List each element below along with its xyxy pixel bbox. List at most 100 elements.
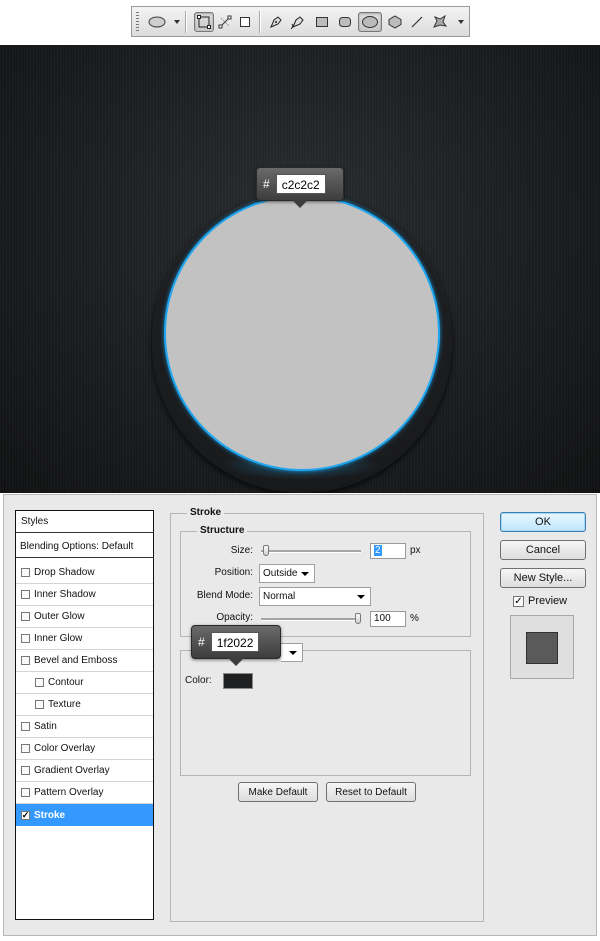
- color-overlay-label: Color Overlay: [34, 743, 96, 754]
- cancel-button[interactable]: Cancel: [500, 540, 586, 560]
- pen-tool-button[interactable]: [266, 12, 286, 32]
- make-default-label: Make Default: [248, 786, 308, 798]
- size-slider-thumb[interactable]: [262, 545, 269, 556]
- position-select[interactable]: Outside: [259, 564, 315, 583]
- polygon-tool-button[interactable]: [385, 12, 405, 32]
- line-tool-button[interactable]: [407, 12, 427, 32]
- opacity-slider-track[interactable]: [261, 618, 361, 621]
- ellipse-tool-button[interactable]: [358, 12, 382, 32]
- toolbar-divider: [185, 11, 187, 33]
- contour-checkbox[interactable]: [35, 678, 44, 687]
- chevron-down-icon: [301, 572, 309, 576]
- reset-to-default-button[interactable]: Reset to Default: [326, 782, 416, 802]
- stroke-color-hex: 1f2022: [210, 632, 260, 652]
- color-label: Color:: [185, 675, 212, 686]
- rounded-rectangle-tool-button[interactable]: [335, 12, 355, 32]
- style-item-satin[interactable]: Satin: [16, 716, 153, 738]
- size-slider-track[interactable]: [261, 550, 361, 553]
- toolbar-divider: [259, 11, 261, 33]
- outer-glow-label: Outer Glow: [34, 611, 85, 622]
- blending-options-item[interactable]: Blending Options: Default: [16, 536, 153, 558]
- tool-preset-chevron-down-icon[interactable]: [174, 20, 180, 24]
- blend-mode-select[interactable]: Normal: [259, 587, 371, 606]
- bevel-and-emboss-label: Bevel and Emboss: [34, 655, 118, 666]
- style-preview-swatch: [526, 632, 558, 664]
- color-overlay-checkbox[interactable]: [21, 744, 30, 753]
- custom-shape-tool-button[interactable]: [430, 12, 450, 32]
- document-canvas[interactable]: # c2c2c2: [0, 45, 600, 493]
- ok-button[interactable]: OK: [500, 512, 586, 532]
- freeform-pen-button[interactable]: [288, 12, 308, 32]
- style-item-drop-shadow[interactable]: Drop Shadow: [16, 562, 153, 584]
- custom-shape-chevron-down-icon[interactable]: [458, 20, 464, 24]
- style-item-stroke[interactable]: ✓ Stroke: [16, 804, 153, 826]
- chevron-down-icon: [357, 595, 365, 599]
- drop-shadow-checkbox[interactable]: [21, 568, 30, 577]
- pattern-overlay-label: Pattern Overlay: [34, 787, 104, 798]
- position-label: Position:: [214, 567, 253, 578]
- fill-type-select[interactable]: [281, 643, 303, 662]
- cancel-label: Cancel: [525, 544, 561, 556]
- toolbar-grip[interactable]: [136, 12, 139, 32]
- ellipse-tool-preset-button[interactable]: [144, 12, 170, 32]
- paths-icon: [218, 15, 232, 29]
- preview-toggle[interactable]: ✓ Preview: [513, 595, 567, 607]
- inner-shadow-label: Inner Shadow: [34, 589, 96, 600]
- texture-checkbox[interactable]: [35, 700, 44, 709]
- shape-layers-icon: [197, 15, 211, 29]
- style-item-color-overlay[interactable]: Color Overlay: [16, 738, 153, 760]
- outer-glow-checkbox[interactable]: [21, 612, 30, 621]
- fill-color-hex: c2c2c2: [275, 174, 326, 194]
- shape-layers-button[interactable]: [194, 12, 214, 32]
- drop-shadow-label: Drop Shadow: [34, 567, 95, 578]
- inner-glow-label: Inner Glow: [34, 633, 83, 644]
- size-label: Size:: [230, 545, 253, 556]
- blending-options-label: Blending Options: Default: [20, 541, 134, 552]
- inner-shadow-checkbox[interactable]: [21, 590, 30, 599]
- styles-header[interactable]: Styles: [16, 511, 153, 533]
- hash-symbol: #: [263, 177, 270, 191]
- rounded-rectangle-icon: [339, 17, 351, 27]
- contour-label: Contour: [48, 677, 84, 688]
- style-item-contour[interactable]: Contour: [16, 672, 153, 694]
- stroke-label: Stroke: [34, 809, 66, 821]
- fill-pixels-button[interactable]: [235, 12, 255, 32]
- style-item-inner-glow[interactable]: Inner Glow: [16, 628, 153, 650]
- size-input[interactable]: 2: [370, 543, 406, 559]
- style-preview-box: [510, 615, 574, 679]
- style-item-inner-shadow[interactable]: Inner Shadow: [16, 584, 153, 606]
- satin-label: Satin: [34, 721, 57, 732]
- fill-color-tooltip: # c2c2c2: [256, 167, 344, 208]
- stroke-color-swatch[interactable]: [223, 673, 253, 689]
- paths-button[interactable]: [215, 12, 235, 32]
- style-item-texture[interactable]: Texture: [16, 694, 153, 716]
- rectangle-tool-button[interactable]: [312, 12, 332, 32]
- opacity-label: Opacity:: [216, 612, 253, 623]
- hash-symbol: #: [198, 635, 205, 649]
- inner-glow-checkbox[interactable]: [21, 634, 30, 643]
- ok-label: OK: [535, 516, 551, 528]
- custom-shape-icon: [433, 14, 448, 28]
- style-item-gradient-overlay[interactable]: Gradient Overlay: [16, 760, 153, 782]
- opacity-slider-thumb[interactable]: [355, 613, 361, 624]
- gradient-overlay-label: Gradient Overlay: [34, 765, 110, 776]
- gradient-overlay-checkbox[interactable]: [21, 766, 30, 775]
- new-style-button[interactable]: New Style...: [500, 568, 586, 588]
- style-item-pattern-overlay[interactable]: Pattern Overlay: [16, 782, 153, 804]
- size-unit: px: [410, 545, 421, 556]
- stroke-checkbox[interactable]: ✓: [21, 810, 30, 820]
- styles-list: Styles Blending Options: Default Drop Sh…: [15, 510, 154, 920]
- ellipse-tool-icon: [148, 16, 166, 28]
- position-value: Outside: [263, 568, 298, 579]
- style-item-outer-glow[interactable]: Outer Glow: [16, 606, 153, 628]
- pattern-overlay-checkbox[interactable]: [21, 788, 30, 797]
- bevel-and-emboss-checkbox[interactable]: [21, 656, 30, 665]
- opacity-input[interactable]: 100: [370, 611, 406, 627]
- make-default-button[interactable]: Make Default: [238, 782, 318, 802]
- opacity-value: 100: [374, 613, 391, 624]
- layer-style-dialog: Styles Blending Options: Default Drop Sh…: [3, 494, 597, 936]
- style-item-bevel-and-emboss[interactable]: Bevel and Emboss: [16, 650, 153, 672]
- satin-checkbox[interactable]: [21, 722, 30, 731]
- preview-checkbox[interactable]: ✓: [513, 595, 524, 607]
- styles-header-label: Styles: [21, 516, 49, 527]
